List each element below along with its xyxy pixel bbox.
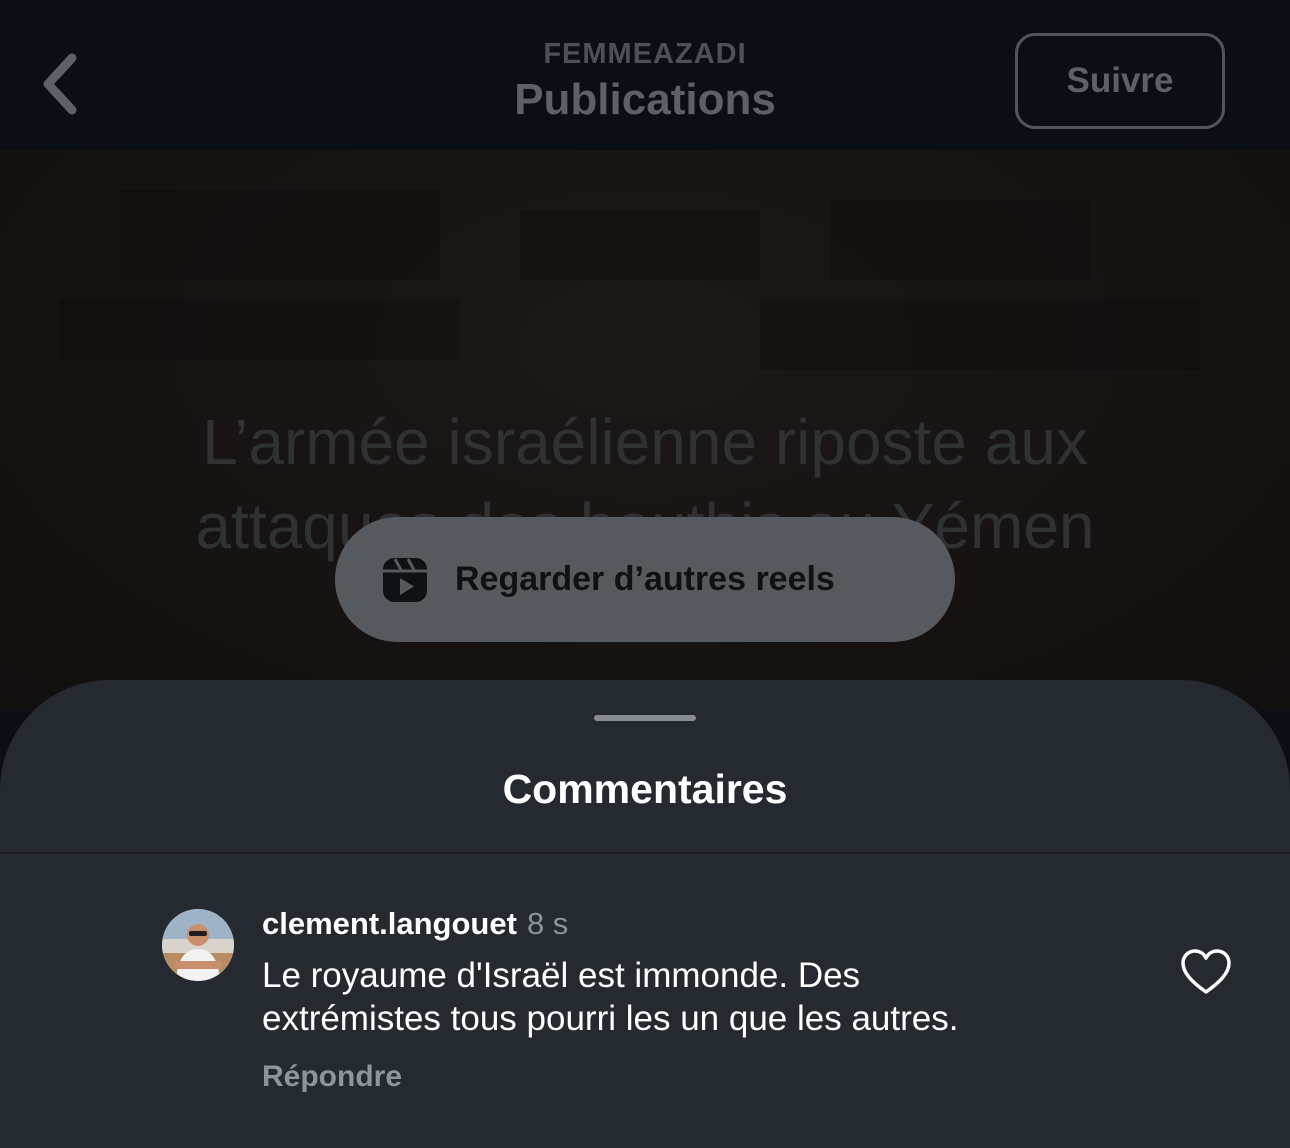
video-background-shape (760, 300, 1200, 370)
sheet-drag-handle[interactable] (594, 715, 696, 721)
reply-button[interactable]: Répondre (262, 1060, 402, 1094)
comments-sheet: Commentaires clement.langouet 8 s Le roya… (0, 680, 1290, 1148)
avatar-photo (162, 909, 234, 981)
top-bar: FEMMEAZADI Publications Suivre (0, 0, 1290, 150)
comment-text-line: extrémistes tous pourri les un que les a… (262, 999, 959, 1038)
comments-title: Commentaires (502, 766, 788, 812)
comment-text-line: Le royaume d'Israël est immonde. Des (262, 956, 861, 995)
reels-icon (383, 557, 427, 602)
comment-header: clement.langouet 8 s (262, 906, 568, 942)
comment-text: Le royaume d'Israël est immonde. Des ext… (262, 954, 1142, 1040)
reel-page: FEMMEAZADI Publications Suivre L’armée i… (0, 0, 1290, 1148)
watch-more-reels-button[interactable]: Regarder d’autres reels (335, 517, 955, 642)
video-background-shape (60, 300, 460, 360)
follow-button[interactable]: Suivre (1015, 33, 1225, 129)
video-background-shape (520, 210, 760, 280)
avatar[interactable] (162, 909, 234, 981)
video-background-shape (830, 200, 1090, 280)
video-caption-line: L’armée israélienne riposte aux (202, 406, 1088, 478)
divider (0, 852, 1290, 854)
heart-icon[interactable] (1180, 948, 1232, 996)
comment-timestamp: 8 s (526, 906, 569, 941)
watch-more-reels-label: Regarder d’autres reels (455, 560, 835, 598)
comment-username[interactable]: clement.langouet (262, 906, 517, 941)
video-background-shape (120, 190, 440, 280)
